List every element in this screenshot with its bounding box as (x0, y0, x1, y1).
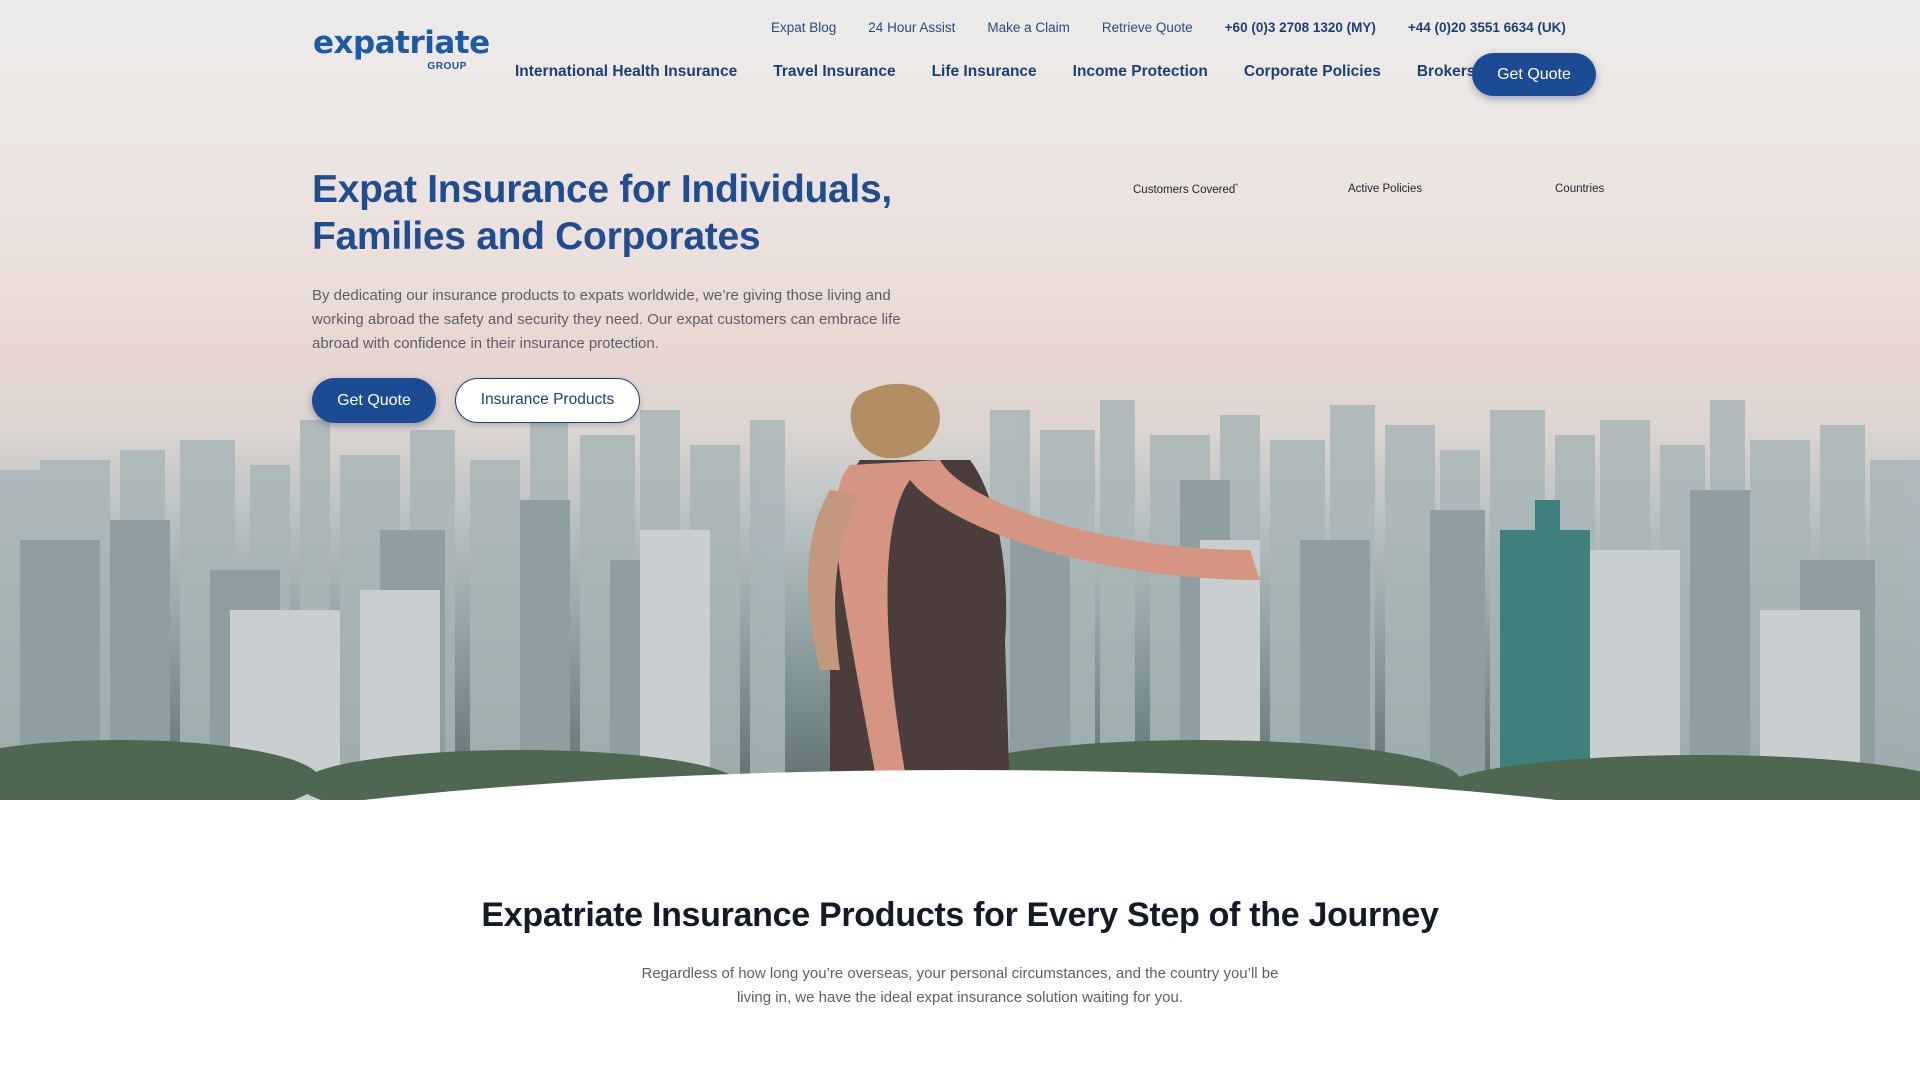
24-hour-assist-link[interactable]: 24 Hour Assist (868, 20, 955, 35)
hero-description: By dedicating our insurance products to … (312, 287, 901, 352)
stat-customers-label: Customers Covered (1133, 183, 1236, 196)
main-nav: International Health Insurance Travel In… (515, 63, 1475, 81)
stat-customers-covered: Customers Covered* (1133, 183, 1238, 196)
products-section-description: Regardless of how long you’re overseas, … (641, 965, 1279, 1006)
stat-customers-footnote-mark: * (1235, 183, 1238, 190)
logo-wordmark: expatriate (313, 25, 490, 61)
nav-get-quote-button[interactable]: Get Quote (1472, 53, 1596, 96)
phone-uk-link[interactable]: +44 (0)20 3551 6634 (UK) (1408, 20, 1566, 35)
stat-policies-label: Active Policies (1348, 183, 1423, 195)
stat-countries: Countries (1555, 183, 1604, 195)
logo-subtitle: GROUP (427, 61, 467, 72)
utility-nav: Expat Blog 24 Hour Assist Make a Claim R… (771, 18, 1566, 36)
retrieve-quote-link[interactable]: Retrieve Quote (1102, 20, 1193, 35)
nav-corporate-policies[interactable]: Corporate Policies (1244, 63, 1381, 81)
phone-my-link[interactable]: +60 (0)3 2708 1320 (MY) (1225, 20, 1376, 35)
stat-active-policies: Active Policies (1348, 183, 1422, 195)
make-a-claim-link[interactable]: Make a Claim (987, 20, 1070, 35)
nav-life-insurance[interactable]: Life Insurance (932, 63, 1037, 81)
city-skyline-image (0, 383, 1920, 800)
expatriate-group-logo[interactable]: expatriate GROUP (313, 25, 490, 76)
nav-income-protection[interactable]: Income Protection (1073, 63, 1208, 81)
insurance-products-button[interactable]: Insurance Products (455, 378, 640, 423)
stat-countries-label: Countries (1555, 183, 1605, 195)
expat-blog-link[interactable]: Expat Blog (771, 20, 836, 35)
nav-brokers[interactable]: Brokers (1417, 63, 1476, 81)
hero-title: Expat Insurance for Individuals, Familie… (312, 168, 892, 258)
nav-international-health-insurance[interactable]: International Health Insurance (515, 63, 737, 81)
nav-travel-insurance[interactable]: Travel Insurance (773, 63, 895, 81)
products-section-title: Expatriate Insurance Products for Every … (481, 896, 1439, 934)
hero-get-quote-button[interactable]: Get Quote (312, 378, 436, 423)
hero-background (0, 0, 1920, 800)
